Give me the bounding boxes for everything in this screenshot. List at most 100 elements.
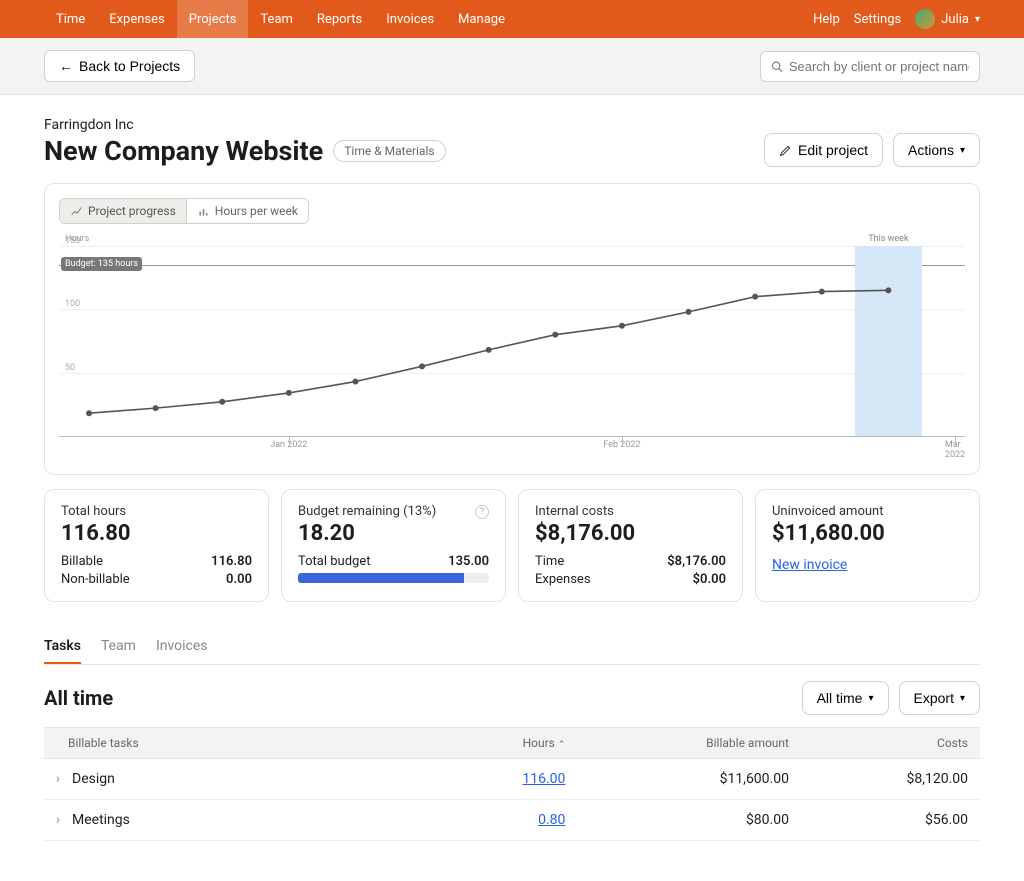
tab-hours-per-week[interactable]: Hours per week: [186, 199, 308, 223]
nav-time[interactable]: Time: [44, 0, 97, 38]
nav-projects[interactable]: Projects: [177, 0, 249, 38]
expenses-value: $0.00: [693, 572, 726, 587]
detail-tabs: Tasks Team Invoices: [44, 630, 980, 665]
task-amount: $80.00: [577, 800, 801, 841]
top-nav-left: Time Expenses Projects Team Reports Invo…: [44, 0, 517, 38]
export-label: Export: [914, 690, 954, 706]
actions-button[interactable]: Actions ▾: [893, 133, 980, 167]
task-name: Design: [72, 771, 115, 787]
card-value: $8,176.00: [535, 521, 726, 546]
card-label: Total hours: [61, 504, 252, 519]
card-internal-costs: Internal costs $8,176.00 Time $8,176.00 E…: [518, 489, 743, 602]
sort-asc-icon: ⌃: [558, 740, 566, 750]
avatar: [915, 9, 935, 29]
budget-progress-fill: [298, 573, 464, 583]
nav-team[interactable]: Team: [248, 0, 305, 38]
col-billable-amount[interactable]: Billable amount: [577, 728, 801, 759]
arrow-left-icon: ←: [59, 58, 73, 74]
nav-manage[interactable]: Manage: [446, 0, 517, 38]
card-label: Budget remaining (13%): [298, 504, 436, 519]
card-label: Uninvoiced amount: [772, 504, 963, 519]
bar-chart-icon: [197, 205, 210, 218]
table-row[interactable]: › Meetings 0.80 $80.00$56.00: [44, 800, 980, 841]
tasks-header: All time All time ▾ Export ▾: [44, 681, 980, 715]
billable-label: Billable: [61, 554, 103, 569]
chevron-right-icon: ›: [56, 771, 64, 787]
nav-expenses[interactable]: Expenses: [97, 0, 177, 38]
line-chart-icon: [70, 205, 83, 218]
col-hours[interactable]: Hours⌃: [437, 728, 577, 759]
task-amount: $11,600.00: [577, 759, 801, 800]
tab-invoices[interactable]: Invoices: [156, 630, 208, 664]
toggle-hours-label: Hours per week: [215, 204, 298, 218]
task-hours-link[interactable]: 116.00: [522, 771, 565, 787]
search-icon: [771, 60, 783, 73]
all-time-filter-button[interactable]: All time ▾: [802, 681, 889, 715]
nonbillable-label: Non-billable: [61, 572, 130, 587]
user-menu[interactable]: Julia ▾: [915, 9, 980, 29]
help-link[interactable]: Help: [813, 12, 840, 27]
tasks-table: Billable tasks Hours⌃ Billable amount Co…: [44, 727, 980, 841]
edit-project-label: Edit project: [798, 142, 868, 158]
time-label: Time: [535, 554, 564, 569]
tab-team[interactable]: Team: [101, 630, 136, 664]
section-title: All time: [44, 686, 113, 710]
back-to-projects-button[interactable]: ← Back to Projects: [44, 50, 195, 82]
chevron-down-icon: ▾: [868, 693, 873, 704]
user-name: Julia: [941, 12, 969, 27]
page-header: Farringdon Inc New Company Website Time …: [44, 117, 980, 167]
table-row[interactable]: › Design 116.00 $11,600.00$8,120.00: [44, 759, 980, 800]
expenses-label: Expenses: [535, 572, 591, 587]
search-input[interactable]: [789, 59, 969, 74]
card-value: $11,680.00: [772, 521, 963, 546]
chevron-down-icon: ▾: [960, 693, 965, 704]
task-hours-link[interactable]: 0.80: [538, 812, 565, 828]
chevron-right-icon: ›: [56, 812, 64, 828]
client-name: Farringdon Inc: [44, 117, 446, 133]
top-nav: Time Expenses Projects Team Reports Invo…: [0, 0, 1024, 38]
actions-label: Actions: [908, 142, 954, 158]
task-costs: $56.00: [801, 800, 980, 841]
tab-tasks[interactable]: Tasks: [44, 630, 81, 664]
billing-type-pill: Time & Materials: [333, 140, 445, 162]
col-tasks[interactable]: Billable tasks: [44, 728, 437, 759]
card-value: 18.20: [298, 521, 489, 546]
top-nav-right: Help Settings Julia ▾: [813, 9, 980, 29]
project-title: New Company Website: [44, 135, 323, 167]
all-time-label: All time: [817, 690, 863, 706]
card-total-hours: Total hours 116.80 Billable 116.80 Non-bi…: [44, 489, 269, 602]
card-label: Internal costs: [535, 504, 726, 519]
total-budget-label: Total budget: [298, 554, 371, 569]
nonbillable-value: 0.00: [226, 572, 252, 587]
nav-reports[interactable]: Reports: [305, 0, 374, 38]
chevron-down-icon: ▾: [975, 14, 980, 25]
col-costs[interactable]: Costs: [801, 728, 980, 759]
back-label: Back to Projects: [79, 58, 180, 74]
export-button[interactable]: Export ▾: [899, 681, 981, 715]
card-budget-remaining: Budget remaining (13%)? 18.20 Total budg…: [281, 489, 506, 602]
chart-toggle-group: Project progress Hours per week: [59, 198, 309, 224]
help-icon[interactable]: ?: [475, 505, 489, 519]
stat-cards: Total hours 116.80 Billable 116.80 Non-bi…: [44, 489, 980, 602]
chevron-down-icon: ▾: [960, 145, 965, 156]
billable-value: 116.80: [211, 554, 252, 569]
budget-progress: [298, 573, 489, 583]
pencil-icon: [779, 144, 792, 157]
tab-project-progress[interactable]: Project progress: [60, 199, 186, 223]
chart-area: Hours 50100150Budget: 135 hoursThis week…: [59, 236, 965, 456]
total-budget-value: 135.00: [448, 554, 489, 569]
edit-project-button[interactable]: Edit project: [764, 133, 883, 167]
settings-link[interactable]: Settings: [854, 12, 901, 27]
task-costs: $8,120.00: [801, 759, 980, 800]
search-box[interactable]: [760, 51, 980, 82]
toggle-progress-label: Project progress: [88, 204, 176, 218]
new-invoice-link[interactable]: New invoice: [772, 557, 847, 573]
line-plot: [59, 236, 965, 456]
task-name: Meetings: [72, 812, 130, 828]
nav-invoices[interactable]: Invoices: [374, 0, 446, 38]
card-uninvoiced: Uninvoiced amount $11,680.00 New invoice: [755, 489, 980, 602]
sub-header: ← Back to Projects: [0, 38, 1024, 95]
card-value: 116.80: [61, 521, 252, 546]
chart-panel: Project progress Hours per week Hours 50…: [44, 183, 980, 475]
time-value: $8,176.00: [667, 554, 726, 569]
